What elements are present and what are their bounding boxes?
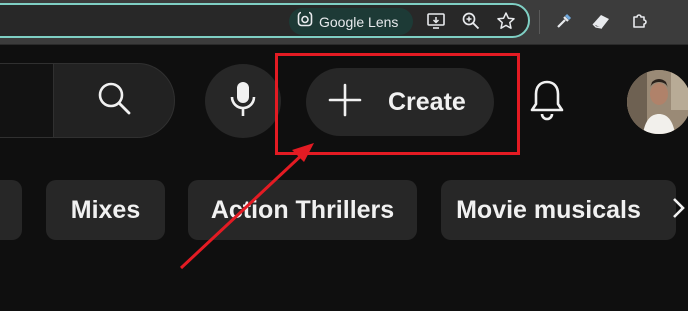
chip-action-thrillers[interactable]: Action Thrillers <box>188 180 417 240</box>
toolbar-separator <box>0 44 688 45</box>
google-lens-icon <box>297 11 313 32</box>
voice-search-button[interactable] <box>205 64 281 138</box>
bookmark-star-icon[interactable] <box>495 10 517 32</box>
chip-movie-musicals[interactable]: Movie musicals <box>441 180 676 240</box>
search-button[interactable] <box>53 63 175 138</box>
chips-next-button[interactable] <box>671 186 688 234</box>
google-lens-button[interactable]: Google Lens <box>289 8 413 35</box>
search-icon <box>95 79 133 122</box>
extensions-puzzle-icon[interactable] <box>629 10 651 32</box>
notifications-button[interactable] <box>522 72 572 132</box>
toolbar-divider <box>539 10 540 34</box>
annotation-highlight-box <box>275 53 520 155</box>
annotation-arrow <box>179 143 314 270</box>
eyedropper-extension-icon[interactable] <box>553 10 575 32</box>
search-input[interactable] <box>0 63 54 138</box>
google-lens-label: Google Lens <box>319 13 399 30</box>
bell-icon <box>529 78 565 127</box>
chip-partial[interactable] <box>0 180 22 240</box>
chip-mixes[interactable]: Mixes <box>46 180 165 240</box>
screen: Google Lens Create Mixes Action Thriller… <box>0 0 688 311</box>
address-bar[interactable] <box>0 3 530 38</box>
microphone-icon <box>228 80 258 123</box>
install-app-icon[interactable] <box>425 10 447 32</box>
avatar[interactable] <box>627 70 688 134</box>
zoom-icon[interactable] <box>460 10 482 32</box>
eraser-extension-icon[interactable] <box>590 10 612 32</box>
chevron-right-icon <box>671 196 685 225</box>
browser-toolbar: Google Lens <box>0 0 688 44</box>
